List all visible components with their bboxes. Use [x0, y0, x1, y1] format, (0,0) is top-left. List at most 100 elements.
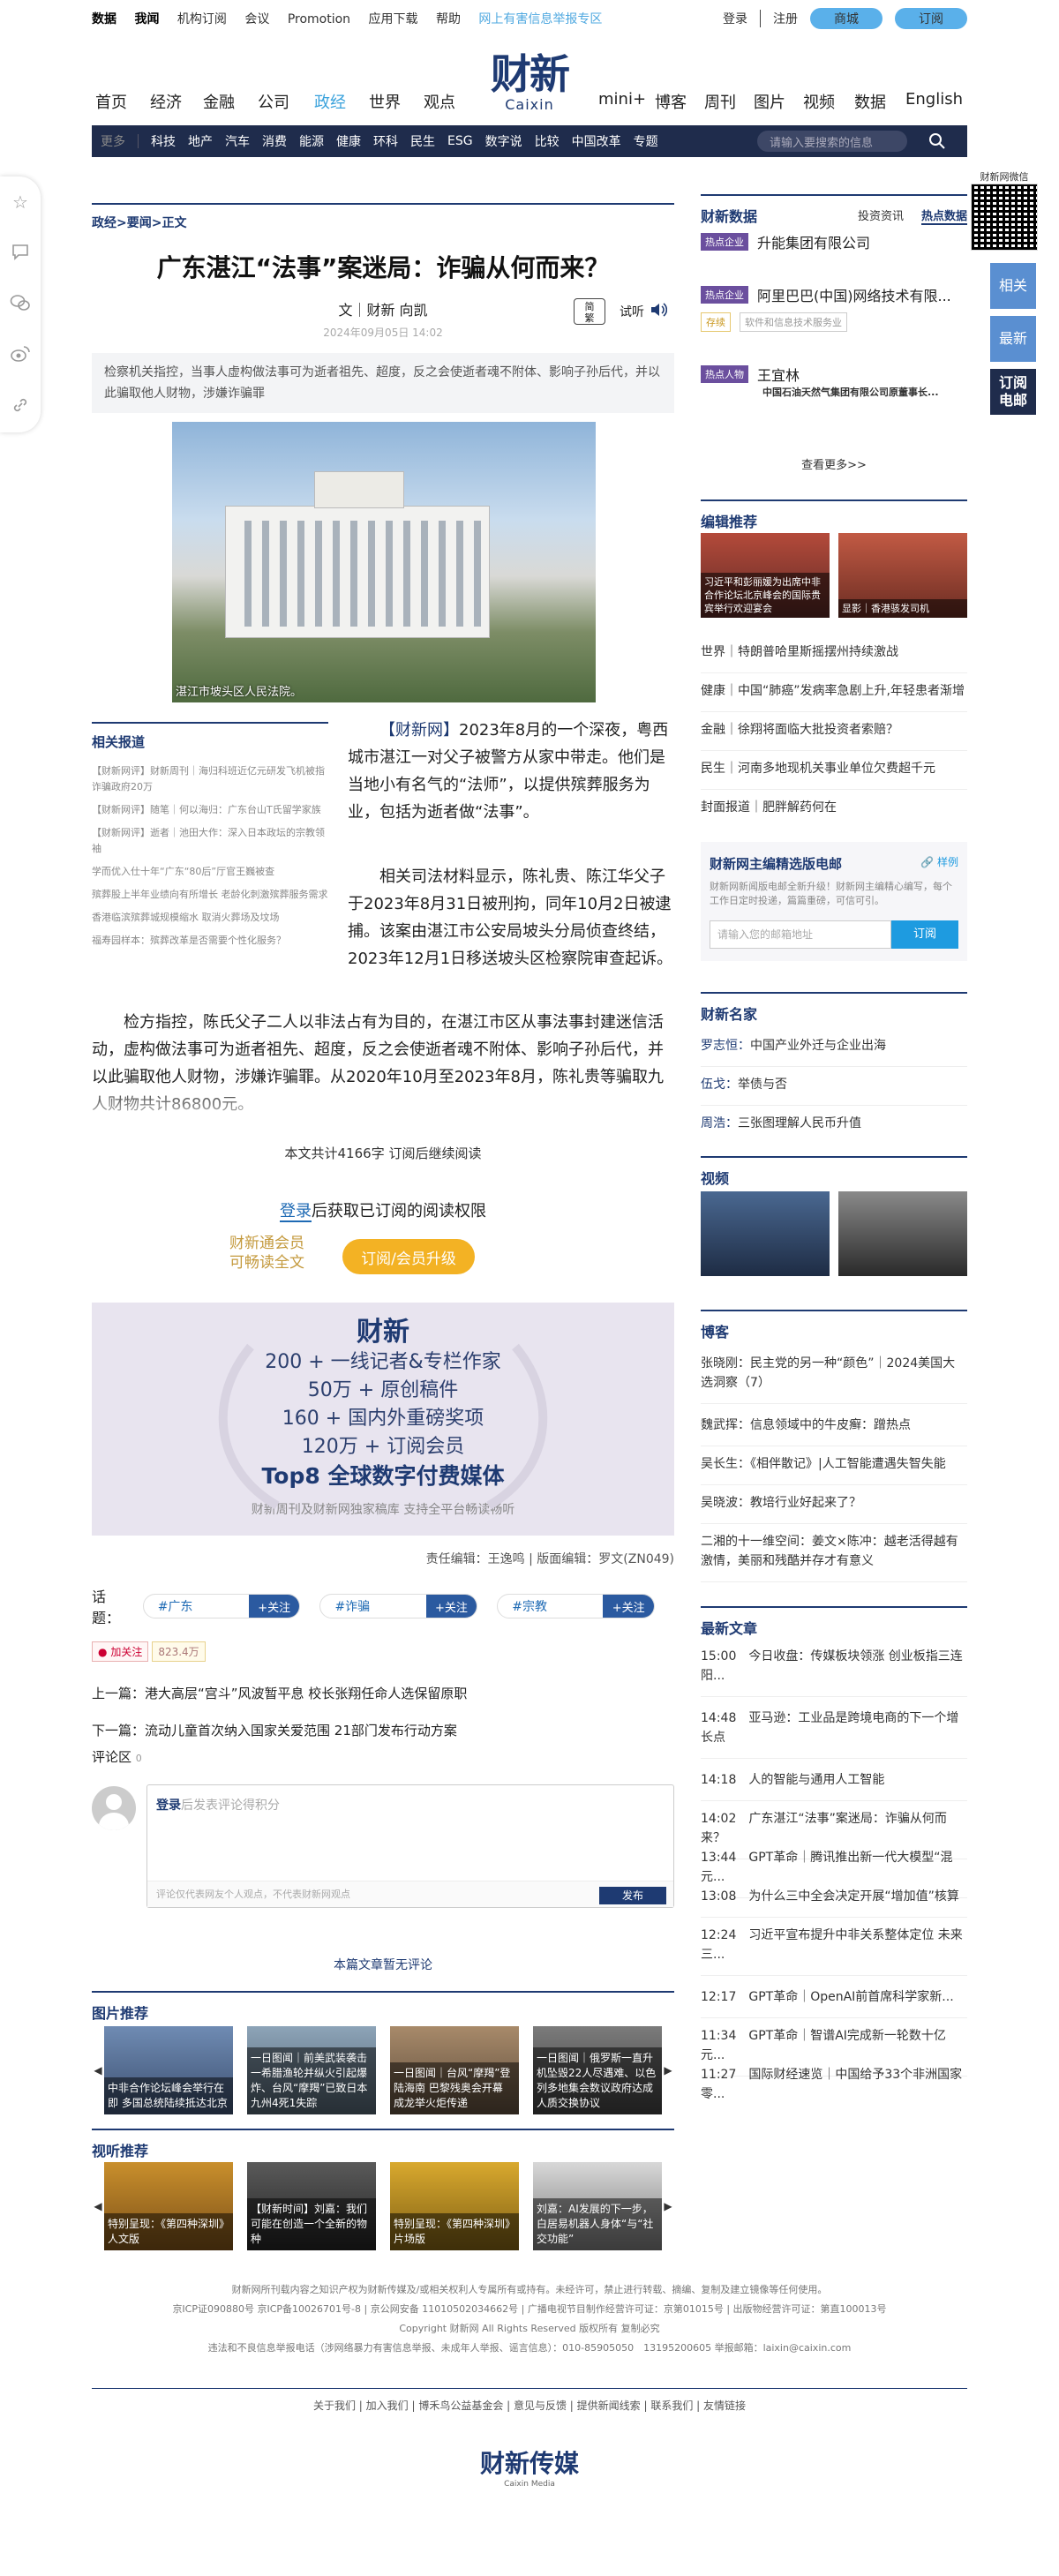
top-link-app[interactable]: 应用下载 — [369, 12, 418, 26]
top-link-meeting[interactable]: 会议 — [244, 12, 269, 26]
list-item[interactable]: 金融｜徐翔将面临大批投资者索赔？ — [701, 720, 967, 751]
subnav-compare[interactable]: 比较 — [535, 132, 560, 150]
top-link-promotion[interactable]: Promotion — [288, 12, 350, 26]
photo-card[interactable]: 一日图闻｜台风“摩羯”登陆海南 巴黎残奥会开幕 成龙举火炬传递 — [390, 2026, 519, 2114]
comment-box[interactable]: 登录后发表评论得积分 评论仅代表网友个人观点，不代表财新网观点 发布 — [146, 1784, 674, 1908]
login-link[interactable]: 登录 — [723, 10, 747, 27]
video-thumb[interactable] — [838, 1191, 967, 1276]
search-icon[interactable] — [920, 125, 955, 157]
subnav-esg[interactable]: ESG — [447, 134, 473, 148]
columnist-item[interactable]: 罗志恒：中国产业外迁与企业出海 — [701, 1036, 967, 1067]
subnav-realestate[interactable]: 地产 — [188, 132, 213, 150]
email-field[interactable]: 请输入您的邮箱地址 — [710, 920, 891, 949]
register-link[interactable]: 注册 — [773, 10, 798, 27]
subnav-auto[interactable]: 汽车 — [225, 132, 250, 150]
nav-mini[interactable]: mini+ — [598, 90, 646, 109]
top-link-help[interactable]: 帮助 — [436, 12, 461, 26]
comment-icon[interactable] — [9, 242, 32, 265]
photo-card[interactable]: 中非合作论坛峰会举行在即 多国总统陆续抵达北京 — [104, 2026, 233, 2114]
nav-world[interactable]: 世界 — [369, 90, 401, 113]
related-item[interactable]: 【财新网评】随笔｜何以海归：广东台山T氏留学家族 — [92, 802, 328, 818]
login-link[interactable]: 登录 — [280, 1202, 312, 1222]
latest-item[interactable]: 12:17 GPT革命｜OpenAI前首席科学家新... — [701, 1987, 967, 2018]
subnav-more[interactable]: 更多 — [101, 132, 125, 150]
nav-opinion[interactable]: 观点 — [424, 90, 455, 113]
nav-home[interactable]: 首页 — [95, 90, 127, 113]
blog-item[interactable]: 魏武挥：信息领域中的牛皮癣：蹭热点 — [701, 1416, 967, 1446]
speaker-icon[interactable] — [650, 302, 668, 321]
footer-logo[interactable]: 财新传媒 Caixin Media — [0, 2445, 1059, 2489]
latest-side-button[interactable]: 最新 — [990, 316, 1036, 362]
video-card[interactable]: 特别呈现：《第四种深圳》片场版 — [390, 2162, 519, 2250]
photo-card[interactable]: 一日图闻｜俄罗斯一直升机坠毁22人尽遇难、以色列多地集会数议政府达成人质交换协议 — [533, 2026, 662, 2114]
editor-pic-card[interactable]: 习近平和彭丽媛为出席中非合作论坛北京峰会的国际贵宾举行欢迎宴会 — [701, 533, 830, 618]
wechat-icon[interactable] — [9, 293, 32, 316]
subscribe-button[interactable]: 订阅 — [895, 8, 967, 29]
subnav-consumer[interactable]: 消费 — [262, 132, 287, 150]
publish-button[interactable]: 发布 — [599, 1887, 666, 1904]
editor-pic-card[interactable]: 显影｜香港骇发司机 — [838, 533, 967, 618]
latest-item[interactable]: 12:24 习近平宣布提升中非关系整体定位 未来三... — [701, 1926, 967, 1976]
list-item[interactable]: 世界｜特朗普哈里斯摇摆州持续激战 — [701, 642, 967, 673]
email-side-button[interactable]: 订阅 电邮 — [990, 369, 1036, 415]
video-card[interactable]: 【财新时间】刘嘉：我们可能在创造一个全新的物种 — [247, 2162, 376, 2250]
list-item[interactable]: 封面报道｜肥胖解药何在 — [701, 798, 967, 828]
nav-data[interactable]: 数据 — [854, 90, 886, 113]
nav-video[interactable]: 视频 — [803, 90, 835, 113]
related-item[interactable]: 学而优入仕十年“广东“80后”厅官王巍被查 — [92, 864, 328, 880]
latest-item[interactable]: 11:27 国际财经速览｜中国给予33个非洲国家零... — [701, 2065, 967, 2114]
footer-links[interactable]: 关于我们 | 加入我们 | 博禾鸟公益基金会 | 意见与反馈 | 提供新闻线索 … — [92, 2388, 967, 2413]
subnav-energy[interactable]: 能源 — [299, 132, 324, 150]
nav-english[interactable]: English — [905, 90, 963, 109]
mall-button[interactable]: 商城 — [810, 8, 882, 29]
latest-item[interactable]: 14:48 亚马逊：工业品是跨境电商的下一个增长点 — [701, 1709, 967, 1759]
next-article-link[interactable]: 下一篇：流动儿童首次纳入国家关爱范围 21部门发布行动方案 — [92, 1721, 674, 1739]
nav-pictures[interactable]: 图片 — [754, 90, 785, 113]
sample-link[interactable]: 🔗 样例 — [920, 854, 958, 869]
link-icon[interactable] — [9, 395, 32, 418]
related-item[interactable]: 【财新网评】财新周刊｜海归科班近亿元研发飞机被指诈骗政府20万 — [92, 763, 328, 795]
weibo-follow-button[interactable]: ● 加关注 — [92, 1641, 149, 1662]
subnav-numbers[interactable]: 数字说 — [485, 132, 522, 150]
nav-blog[interactable]: 博客 — [655, 90, 687, 113]
nav-economy[interactable]: 经济 — [150, 90, 182, 113]
video-card[interactable]: 特别呈现：《第四种深圳》人文版 — [104, 2162, 233, 2250]
subnav-tech[interactable]: 科技 — [151, 132, 176, 150]
tab-hot-data[interactable]: 热点数据 — [920, 207, 967, 225]
related-side-button[interactable]: 相关 — [990, 263, 1036, 309]
top-link-report[interactable]: 网上有害信息举报专区 — [478, 12, 602, 26]
nav-politics[interactable]: 政经 — [314, 90, 346, 113]
subnav-environment[interactable]: 环科 — [373, 132, 398, 150]
carousel-next-icon[interactable]: ▶ — [662, 2064, 674, 2077]
related-item[interactable]: 殡葬股上半年业绩向有所增长 老龄化刺激殡葬服务需求 — [92, 887, 328, 903]
top-link-data[interactable]: 数据 — [92, 12, 116, 26]
newsletter-subscribe-button[interactable]: 订阅 — [891, 920, 958, 949]
listen-button[interactable]: 试听 — [620, 303, 644, 320]
topic-name[interactable]: #宗教 — [498, 1597, 603, 1615]
latest-item[interactable]: 14:18 人的智能与通用人工智能 — [701, 1770, 967, 1801]
nav-weekly[interactable]: 周刊 — [704, 90, 736, 113]
topic-name[interactable]: #广东 — [144, 1597, 249, 1615]
subnav-reform[interactable]: 中国改革 — [572, 132, 621, 150]
comment-login-link[interactable]: 登录 — [156, 1799, 181, 1813]
follow-button[interactable]: +关注 — [603, 1595, 654, 1618]
hot-item[interactable]: 热点企业 阿里巴巴(中国)网络技术有限... — [701, 284, 967, 305]
latest-item[interactable]: 15:00 今日收盘：传媒板块领涨 创业板指三连阳... — [701, 1647, 967, 1697]
carousel-next-icon[interactable]: ▶ — [662, 2200, 674, 2212]
columnist-item[interactable]: 周浩：三张图理解人民币升值 — [701, 1114, 967, 1144]
top-link-wowen[interactable]: 我闻 — [134, 12, 159, 26]
subnav-health[interactable]: 健康 — [336, 132, 361, 150]
photo-card[interactable]: 一日图闻｜前美武装袭击一希腊渔轮并纵火引起爆炸、台风“摩羯”已致日本九州4死1失… — [247, 2026, 376, 2114]
nav-finance[interactable]: 金融 — [203, 90, 235, 113]
latest-item[interactable]: 13:08 为什么三中全会决定开展“增加值”核算 — [701, 1887, 967, 1918]
blog-item[interactable]: 吴晓波：教培行业好起来了？ — [701, 1493, 967, 1524]
top-link-institution[interactable]: 机构订阅 — [177, 12, 227, 26]
topic-name[interactable]: #诈骗 — [320, 1597, 425, 1615]
related-item[interactable]: 【财新网评】逝者｜池田大作：深入日本政坛的宗教领袖 — [92, 825, 328, 857]
prev-article-link[interactable]: 上一篇：港大高层“宫斗”风波暂平息 校长张翔任命人选保留原职 — [92, 1684, 674, 1702]
promo-banner[interactable]: 财新 200 + 一线记者&专栏作家 50万 + 原创稿件 160 + 国内外重… — [92, 1303, 674, 1536]
video-card[interactable]: 刘嘉：AI发展的下一步，白居易机器人身体“与“社交功能” — [533, 2162, 662, 2250]
blog-item[interactable]: 吴长生：《相伴散记》|人工智能遭遇失智失能 — [701, 1454, 967, 1485]
nav-company[interactable]: 公司 — [258, 90, 289, 113]
hot-item[interactable]: 热点企业 升能集团有限公司 — [701, 231, 967, 252]
